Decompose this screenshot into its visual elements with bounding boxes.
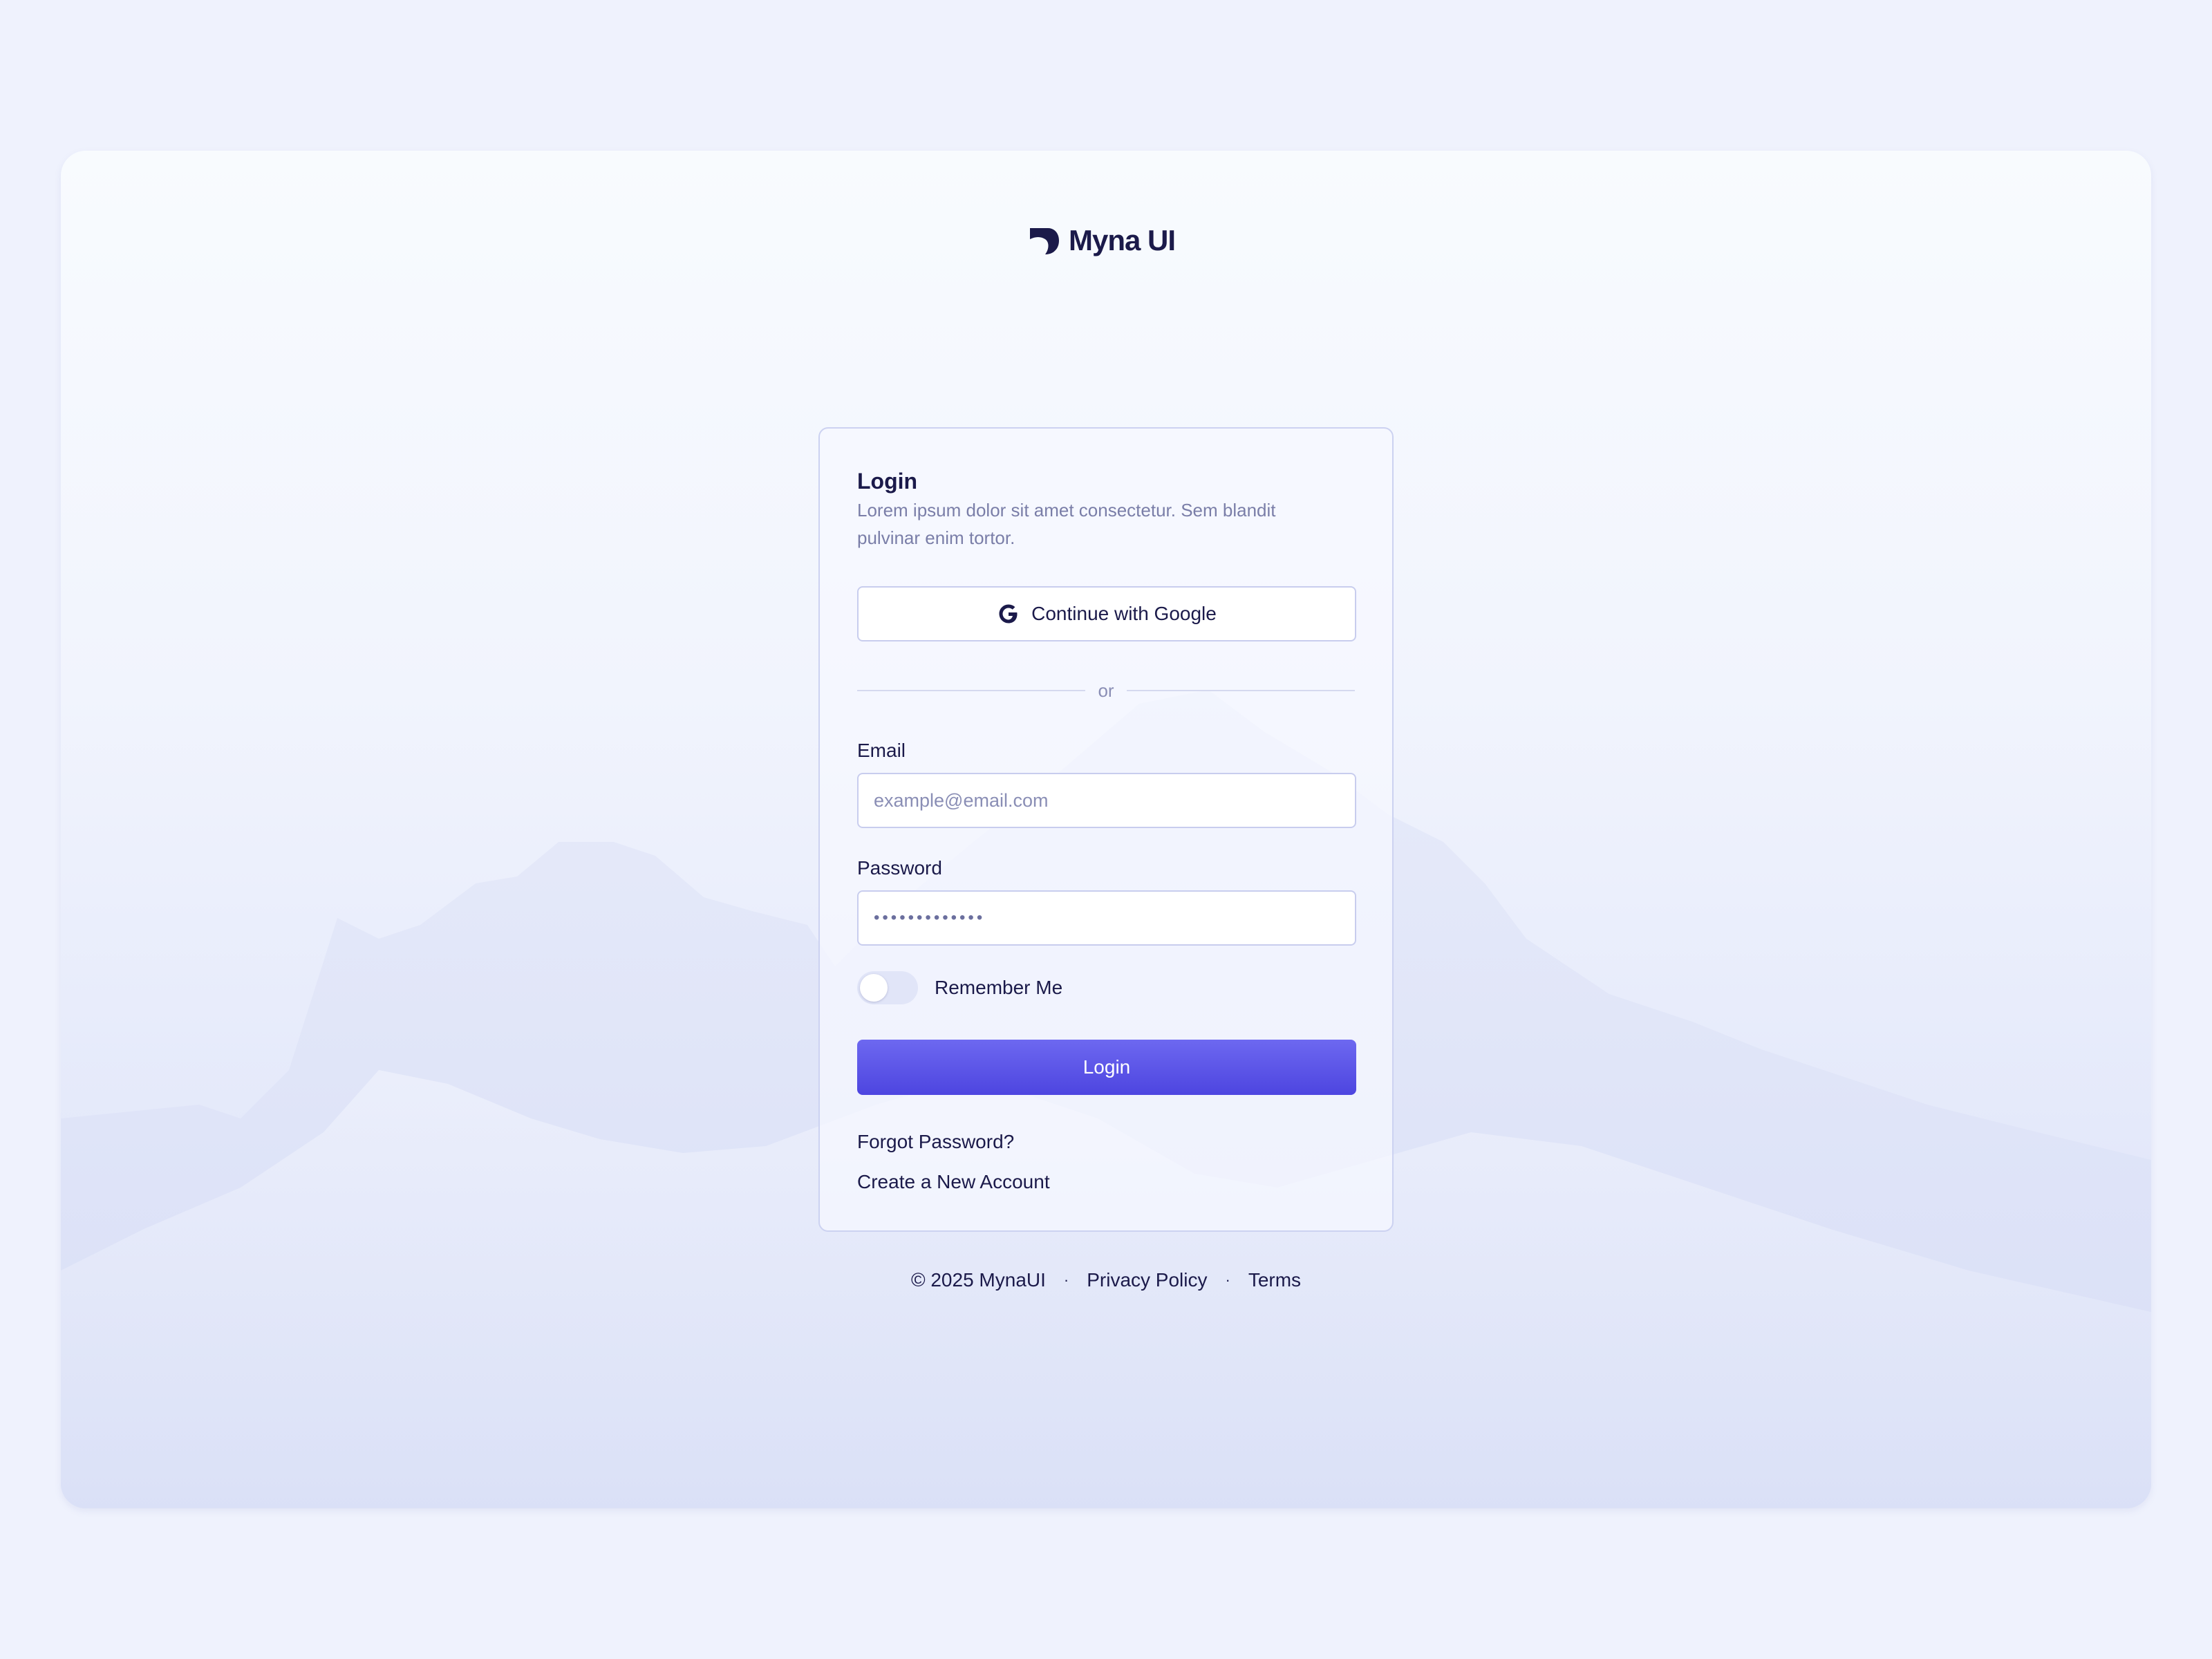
password-label: Password xyxy=(857,857,942,879)
terms-link[interactable]: Terms xyxy=(1248,1269,1301,1291)
divider-line-right xyxy=(1126,690,1355,691)
footer-separator: · xyxy=(1225,1271,1230,1288)
create-account-link[interactable]: Create a New Account xyxy=(857,1168,1355,1196)
login-title: Login xyxy=(857,469,918,494)
remember-me-label[interactable]: Remember Me xyxy=(935,977,1062,999)
login-card: Login Lorem ipsum dolor sit amet consect… xyxy=(818,427,1394,1232)
continue-with-google-button[interactable]: Continue with Google xyxy=(857,586,1356,641)
google-g-icon xyxy=(999,604,1018,624)
footer-separator: · xyxy=(1063,1271,1069,1288)
divider-text: or xyxy=(1098,679,1114,701)
login-subtitle: Lorem ipsum dolor sit amet consectetur. … xyxy=(857,500,1276,548)
brand-name: Myna UI xyxy=(1069,224,1176,256)
email-label: Email xyxy=(857,740,906,761)
login-page-frame: Myna UI Login Lorem ipsum dolor sit amet… xyxy=(61,151,2151,1508)
password-field[interactable]: ••••••••••••• xyxy=(857,890,1356,946)
remember-me-row: Remember Me xyxy=(857,971,1355,1005)
footer-copyright: © 2025 MynaUI xyxy=(910,1269,1046,1291)
remember-me-toggle[interactable] xyxy=(857,971,918,1004)
forgot-password-link[interactable]: Forgot Password? xyxy=(857,1128,1355,1156)
or-divider: or xyxy=(857,680,1355,701)
footer: © 2025 MynaUI · Privacy Policy · Terms xyxy=(0,1269,2212,1291)
divider-line-left xyxy=(857,690,1086,691)
email-field[interactable]: example@email.com xyxy=(857,773,1356,828)
google-button-label: Continue with Google xyxy=(1031,603,1217,624)
login-button[interactable]: Login xyxy=(857,1040,1356,1095)
myna-logo-icon xyxy=(1030,228,1059,254)
brand-logo[interactable]: Myna UI xyxy=(1027,220,1176,261)
toggle-knob xyxy=(860,974,888,1002)
privacy-policy-link[interactable]: Privacy Policy xyxy=(1087,1269,1207,1291)
